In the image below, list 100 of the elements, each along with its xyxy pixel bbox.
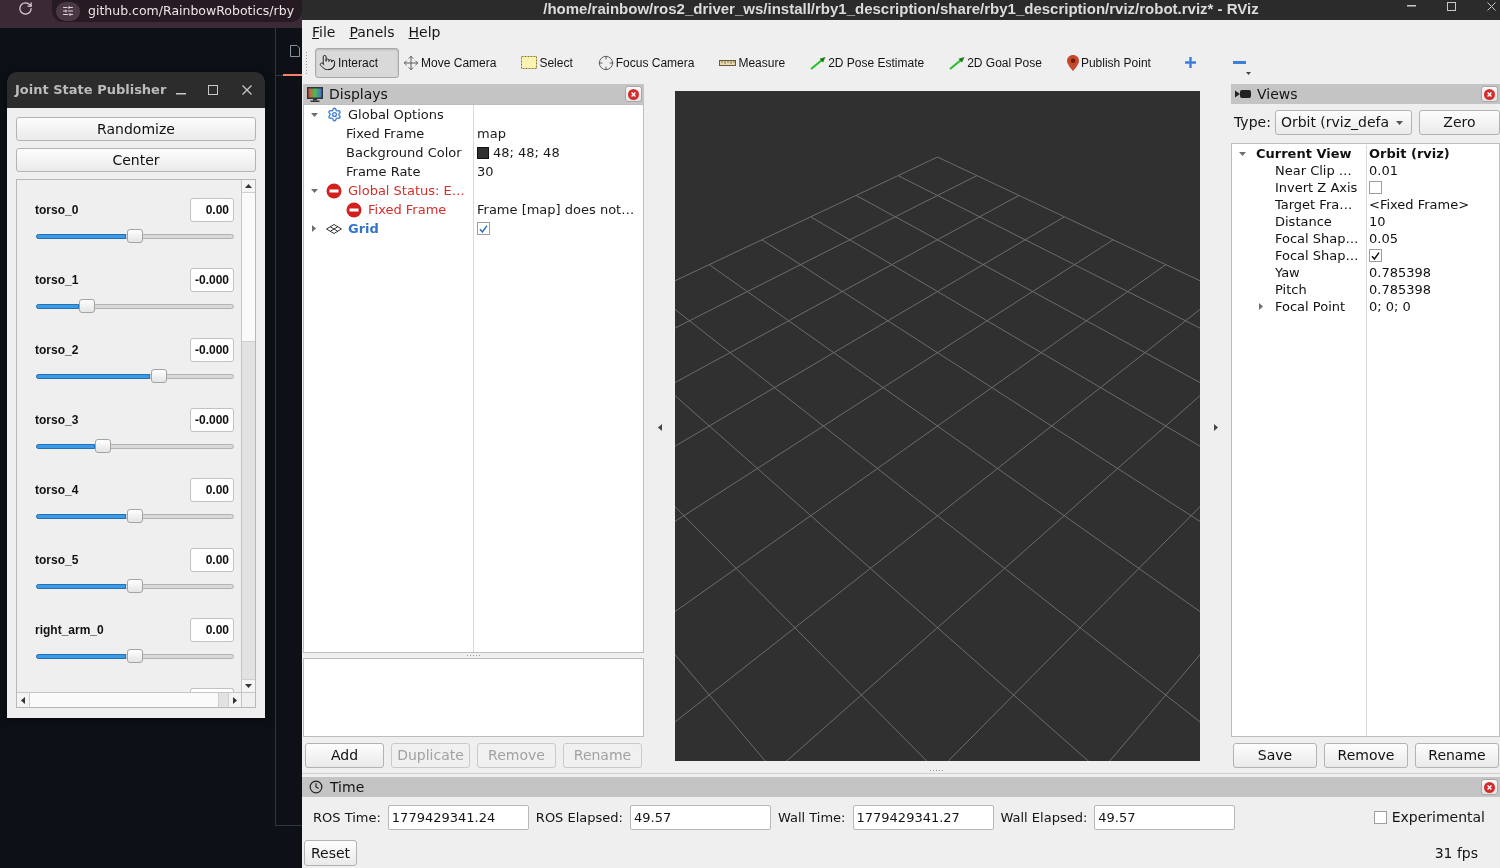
reload-icon[interactable] xyxy=(18,1,33,16)
diagonal-arrow-icon xyxy=(810,55,827,70)
checkbox[interactable] xyxy=(1373,811,1387,824)
push-button[interactable]: Remove xyxy=(1324,743,1408,768)
caret-down-icon[interactable] xyxy=(310,112,318,117)
push-button[interactable]: Add xyxy=(305,743,384,768)
property-value: 0.785398 xyxy=(1369,264,1432,281)
type-dropdown[interactable]: Orbit (rviz_defa xyxy=(1274,110,1412,135)
slider-handle[interactable] xyxy=(127,579,143,593)
scroll-left-arrow-icon[interactable] xyxy=(21,696,25,704)
property-label: Global Options xyxy=(348,105,444,124)
slider-handle[interactable] xyxy=(127,509,143,523)
value-field[interactable]: -0.000 xyxy=(190,268,234,292)
horizontal-scrollbar[interactable] xyxy=(17,693,241,707)
tool-button[interactable]: Publish Point xyxy=(1062,47,1172,78)
caret-down-icon xyxy=(1245,71,1251,75)
joint-name: torso_0 xyxy=(35,202,79,219)
site-settings-button[interactable] xyxy=(56,1,80,21)
property-value: 30 xyxy=(477,162,494,181)
minimize-icon[interactable] xyxy=(176,93,186,95)
error-icon xyxy=(326,182,342,199)
close-icon[interactable] xyxy=(1487,1,1496,11)
joint-name: torso_3 xyxy=(35,412,79,429)
toolbar-grip-icon[interactable] xyxy=(305,51,308,74)
caret-down-icon[interactable] xyxy=(310,188,318,193)
address-bar[interactable]: github.com/RainbowRobotics/rby xyxy=(52,0,302,22)
checkmark-icon xyxy=(479,224,488,233)
slider-handle[interactable] xyxy=(79,299,96,313)
close-button[interactable] xyxy=(1481,779,1498,795)
menu-item[interactable]: Help xyxy=(401,23,448,41)
property-label: Current View xyxy=(1256,145,1352,162)
caret-down-icon[interactable] xyxy=(1238,151,1246,156)
value-field[interactable]: 0.00 xyxy=(190,548,234,572)
input-field[interactable]: 1779429341.24 xyxy=(387,805,529,830)
close-icon xyxy=(1484,88,1495,100)
tool-button[interactable]: Interact xyxy=(315,47,400,78)
property-value: map xyxy=(477,124,506,143)
value-field[interactable]: 0.00 xyxy=(190,198,234,222)
property-label: Distance xyxy=(1275,213,1332,230)
value-field[interactable]: 0.00 xyxy=(190,478,234,502)
reset-button[interactable]: Reset xyxy=(304,840,357,866)
push-button[interactable]: Randomize xyxy=(16,117,256,141)
tool-button[interactable]: Select xyxy=(517,47,594,78)
page-icon xyxy=(290,45,300,57)
maximize-icon[interactable] xyxy=(1447,1,1456,11)
minimize-icon[interactable] xyxy=(1407,5,1416,7)
value-field[interactable]: -0.000 xyxy=(190,408,234,432)
menu-item[interactable]: Panels xyxy=(342,23,402,41)
push-button[interactable]: Save xyxy=(1233,743,1317,768)
input-field[interactable]: 49.57 xyxy=(1094,805,1236,830)
caret-right-icon[interactable] xyxy=(1259,303,1263,310)
hand-pointer-icon xyxy=(319,54,336,71)
property-label: Focal Point xyxy=(1275,298,1346,315)
caret-right-icon[interactable] xyxy=(312,225,316,232)
tool-button[interactable]: 2D Pose Estimate xyxy=(806,47,946,78)
tool-button[interactable]: 2D Goal Pose xyxy=(945,47,1063,78)
property-label: Frame Rate xyxy=(346,162,421,181)
caret-down-icon xyxy=(1395,121,1403,125)
scrollbar-thumb[interactable] xyxy=(30,693,219,707)
close-button[interactable] xyxy=(625,86,642,102)
slider-handle[interactable] xyxy=(150,369,167,383)
checkbox[interactable] xyxy=(1369,181,1382,194)
value-field[interactable] xyxy=(190,688,234,692)
video-camera-icon xyxy=(1235,89,1251,99)
checkbox[interactable] xyxy=(1369,249,1382,262)
panel-title: Displays xyxy=(329,86,388,102)
property-label: Near Clip … xyxy=(1275,162,1352,179)
panel-title: Views xyxy=(1257,86,1298,102)
close-icon[interactable] xyxy=(242,85,252,95)
push-button[interactable]: Center xyxy=(16,148,256,172)
field-label: ROS Time: xyxy=(313,808,381,827)
vertical-scrollbar[interactable] xyxy=(241,180,255,692)
tool-button[interactable]: Measure xyxy=(715,47,807,78)
property-label: Global Status: E… xyxy=(348,181,465,200)
zero-button[interactable]: Zero xyxy=(1418,110,1500,135)
scroll-down-arrow-icon[interactable] xyxy=(245,684,252,688)
scroll-right-arrow-icon[interactable] xyxy=(233,696,237,704)
property-label: Pitch xyxy=(1275,281,1307,298)
close-button[interactable] xyxy=(1481,86,1498,102)
menu-item[interactable]: File xyxy=(305,23,343,41)
input-field[interactable]: 49.57 xyxy=(629,805,771,830)
push-button[interactable]: Rename xyxy=(1415,743,1499,768)
slider-handle[interactable] xyxy=(127,229,143,243)
input-field[interactable]: 1779429341.27 xyxy=(852,805,994,830)
tool-button[interactable]: Move Camera xyxy=(399,47,518,78)
tool-button[interactable]: Focus Camera xyxy=(593,47,716,78)
error-icon xyxy=(346,201,362,218)
slider-handle[interactable] xyxy=(127,649,143,663)
triangle-right-icon[interactable] xyxy=(1213,423,1218,431)
value-field[interactable]: -0.000 xyxy=(190,338,234,362)
property-value: 0.01 xyxy=(1369,162,1398,179)
scroll-up-arrow-icon[interactable] xyxy=(245,184,252,188)
maximize-icon[interactable] xyxy=(208,85,218,95)
scrollbar-thumb[interactable] xyxy=(242,193,255,342)
triangle-left-icon[interactable] xyxy=(657,423,662,431)
value-field[interactable]: 0.00 xyxy=(190,618,234,642)
checkbox[interactable] xyxy=(477,222,490,235)
property-label: Focal Shap… xyxy=(1275,247,1359,264)
slider-handle[interactable] xyxy=(95,439,112,453)
property-label: Background Color xyxy=(346,143,462,162)
